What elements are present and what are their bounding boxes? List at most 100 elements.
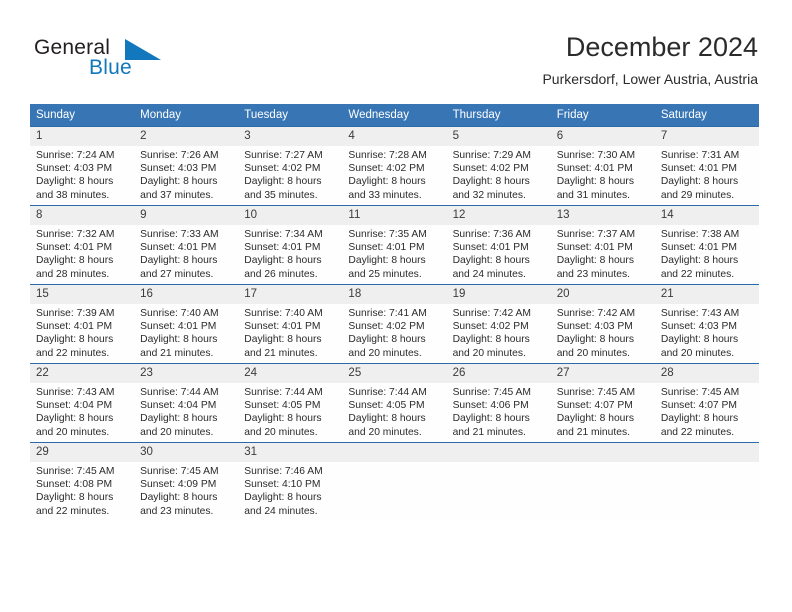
day-number: 7 [654, 127, 759, 146]
calendar-day-cell[interactable]: 17 Sunrise: 7:40 AM Sunset: 4:01 PM Dayligh… [238, 284, 343, 364]
calendar-day-cell[interactable]: 16 Sunrise: 7:40 AM Sunset: 4:01 PM Dayligh… [134, 284, 239, 364]
calendar-day-cell[interactable]: 1 Sunrise: 7:24 AM Sunset: 4:03 PM Daylight… [30, 126, 135, 206]
daylight-text-line2: and 20 minutes. [348, 347, 422, 359]
sunrise-text: Sunrise: 7:45 AM [452, 387, 531, 398]
daylight-text-line2: and 38 minutes. [36, 189, 110, 201]
daylight-text-line2: and 20 minutes. [36, 426, 110, 438]
calendar-day-cell[interactable]: 26 Sunrise: 7:45 AM Sunset: 4:06 PM Dayligh… [446, 363, 551, 443]
calendar-day-cell[interactable]: 5 Sunrise: 7:29 AM Sunset: 4:02 PM Daylight… [446, 126, 551, 206]
day-number: 8 [30, 206, 135, 225]
sunset-text: Sunset: 4:01 PM [140, 321, 217, 333]
day-details: Sunrise: 7:45 AM Sunset: 4:07 PM Daylight:… [655, 383, 759, 439]
calendar-day-cell[interactable]: 23 Sunrise: 7:44 AM Sunset: 4:04 PM Dayligh… [134, 363, 239, 443]
daylight-text-line2: and 20 minutes. [660, 347, 735, 359]
sunset-text: Sunset: 4:02 PM [348, 321, 425, 333]
logo-word-blue: Blue [89, 56, 132, 79]
day-details: Sunrise: 7:46 AM Sunset: 4:10 PM Daylight:… [238, 462, 342, 518]
sunset-text: Sunset: 4:05 PM [244, 400, 321, 412]
sunset-text: Sunset: 4:07 PM [660, 400, 737, 412]
daylight-text-line2: and 20 minutes. [452, 347, 526, 359]
sunset-text: Sunset: 4:02 PM [348, 163, 425, 175]
calendar-day-cell[interactable]: 13 Sunrise: 7:37 AM Sunset: 4:01 PM Dayligh… [550, 205, 655, 285]
sunrise-text: Sunrise: 7:24 AM [36, 150, 115, 161]
calendar-day-cell[interactable]: 27 Sunrise: 7:45 AM Sunset: 4:07 PM Dayligh… [550, 363, 655, 443]
calendar-day-cell[interactable]: 9 Sunrise: 7:33 AM Sunset: 4:01 PM Daylight… [134, 205, 239, 285]
calendar-day-cell[interactable]: 19 Sunrise: 7:42 AM Sunset: 4:02 PM Dayligh… [446, 284, 551, 364]
sunset-text: Sunset: 4:01 PM [36, 242, 113, 254]
weekday-header-saturday: Saturday [654, 104, 759, 127]
day-details: Sunrise: 7:31 AM Sunset: 4:01 PM Daylight:… [655, 146, 759, 202]
calendar-day-cell[interactable]: 2 Sunrise: 7:26 AM Sunset: 4:03 PM Daylight… [134, 126, 239, 206]
day-number: 28 [654, 364, 759, 383]
sunset-text: Sunset: 4:08 PM [36, 479, 113, 491]
daylight-text-line2: and 23 minutes. [140, 505, 214, 517]
calendar-day-cell[interactable]: 15 Sunrise: 7:39 AM Sunset: 4:01 PM Dayligh… [30, 284, 135, 364]
calendar-week-row: 29 Sunrise: 7:45 AM Sunset: 4:08 PM Dayligh… [30, 442, 759, 521]
daylight-text-line2: and 23 minutes. [556, 268, 630, 280]
sunset-text: Sunset: 4:01 PM [452, 242, 529, 254]
daylight-text-line1: Daylight: 8 hours [244, 176, 322, 188]
daylight-text-line1: Daylight: 8 hours [660, 176, 739, 188]
title-block: December 2024 Purkersdorf, Lower Austria… [542, 30, 758, 88]
calendar-day-cell[interactable]: 6 Sunrise: 7:30 AM Sunset: 4:01 PM Daylight… [550, 126, 655, 206]
day-details: Sunrise: 7:42 AM Sunset: 4:02 PM Daylight:… [447, 304, 551, 360]
calendar-day-cell[interactable]: 14 Sunrise: 7:38 AM Sunset: 4:01 PM Dayligh… [654, 205, 759, 285]
day-details: Sunrise: 7:40 AM Sunset: 4:01 PM Daylight:… [238, 304, 342, 360]
sunset-text: Sunset: 4:04 PM [36, 400, 113, 412]
calendar-day-cell[interactable]: 12 Sunrise: 7:36 AM Sunset: 4:01 PM Dayligh… [446, 205, 551, 285]
daylight-text-line2: and 21 minutes. [556, 426, 630, 438]
daylight-text-line2: and 21 minutes. [452, 426, 526, 438]
daylight-text-line1: Daylight: 8 hours [556, 413, 634, 425]
calendar-day-cell[interactable]: 25 Sunrise: 7:44 AM Sunset: 4:05 PM Dayligh… [342, 363, 447, 443]
calendar-day-cell[interactable]: 28 Sunrise: 7:45 AM Sunset: 4:07 PM Dayligh… [654, 363, 759, 443]
weekday-header-thursday: Thursday [446, 104, 551, 127]
calendar-day-cell[interactable]: 11 Sunrise: 7:35 AM Sunset: 4:01 PM Dayligh… [342, 205, 447, 285]
calendar-day-cell[interactable]: 8 Sunrise: 7:32 AM Sunset: 4:01 PM Daylight… [30, 205, 135, 285]
sunset-text: Sunset: 4:01 PM [244, 321, 321, 333]
day-details: Sunrise: 7:43 AM Sunset: 4:03 PM Daylight:… [655, 304, 759, 360]
calendar-day-cell[interactable]: 7 Sunrise: 7:31 AM Sunset: 4:01 PM Daylight… [654, 126, 759, 206]
daylight-text-line1: Daylight: 8 hours [660, 255, 739, 267]
daylight-text-line2: and 32 minutes. [452, 189, 526, 201]
sunset-text: Sunset: 4:03 PM [140, 163, 217, 175]
calendar-day-cell[interactable]: 3 Sunrise: 7:27 AM Sunset: 4:02 PM Daylight… [238, 126, 343, 206]
day-details: Sunrise: 7:45 AM Sunset: 4:08 PM Daylight:… [30, 462, 134, 518]
day-details: Sunrise: 7:45 AM Sunset: 4:06 PM Daylight:… [447, 383, 551, 439]
calendar-day-cell[interactable]: 20 Sunrise: 7:42 AM Sunset: 4:03 PM Dayligh… [550, 284, 655, 364]
calendar-week-row: 1 Sunrise: 7:24 AM Sunset: 4:03 PM Daylight… [30, 126, 759, 206]
daylight-text-line1: Daylight: 8 hours [452, 334, 530, 346]
day-number: 2 [134, 127, 239, 146]
calendar-day-cell[interactable]: 21 Sunrise: 7:43 AM Sunset: 4:03 PM Dayligh… [654, 284, 759, 364]
daylight-text-line1: Daylight: 8 hours [660, 413, 739, 425]
sunrise-text: Sunrise: 7:31 AM [660, 150, 740, 161]
sunset-text: Sunset: 4:01 PM [660, 242, 737, 254]
day-number: 3 [238, 127, 343, 146]
day-number [342, 443, 447, 462]
weekday-header-row: Sunday Monday Tuesday Wednesday Thursday… [30, 104, 759, 127]
calendar-day-cell[interactable]: 10 Sunrise: 7:34 AM Sunset: 4:01 PM Dayligh… [238, 205, 343, 285]
day-number: 30 [134, 443, 239, 462]
calendar-day-cell[interactable]: 24 Sunrise: 7:44 AM Sunset: 4:05 PM Dayligh… [238, 363, 343, 443]
sunrise-text: Sunrise: 7:43 AM [660, 308, 740, 319]
daylight-text-line1: Daylight: 8 hours [452, 413, 530, 425]
calendar-day-cell[interactable]: 31 Sunrise: 7:46 AM Sunset: 4:10 PM Dayligh… [238, 442, 343, 521]
calendar-day-cell[interactable]: 22 Sunrise: 7:43 AM Sunset: 4:04 PM Dayligh… [30, 363, 135, 443]
daylight-text-line2: and 20 minutes. [140, 426, 214, 438]
sunrise-text: Sunrise: 7:44 AM [140, 387, 219, 398]
sunrise-text: Sunrise: 7:27 AM [244, 150, 323, 161]
calendar-body: 1 Sunrise: 7:24 AM Sunset: 4:03 PM Daylight… [30, 126, 759, 521]
calendar-day-cell[interactable]: 18 Sunrise: 7:41 AM Sunset: 4:02 PM Dayligh… [342, 284, 447, 364]
general-blue-logo[interactable]: General Blue [34, 36, 204, 86]
day-details: Sunrise: 7:33 AM Sunset: 4:01 PM Daylight:… [134, 225, 238, 281]
day-details: Sunrise: 7:45 AM Sunset: 4:09 PM Daylight:… [134, 462, 238, 518]
daylight-text-line2: and 22 minutes. [36, 505, 110, 517]
day-number [550, 443, 655, 462]
daylight-text-line2: and 31 minutes. [556, 189, 630, 201]
daylight-text-line2: and 24 minutes. [452, 268, 526, 280]
calendar-day-cell[interactable]: 30 Sunrise: 7:45 AM Sunset: 4:09 PM Dayligh… [134, 442, 239, 521]
daylight-text-line2: and 21 minutes. [244, 347, 318, 359]
day-details: Sunrise: 7:44 AM Sunset: 4:05 PM Daylight:… [342, 383, 446, 439]
calendar-day-cell[interactable]: 4 Sunrise: 7:28 AM Sunset: 4:02 PM Daylight… [342, 126, 447, 206]
calendar-day-cell[interactable]: 29 Sunrise: 7:45 AM Sunset: 4:08 PM Dayligh… [30, 442, 135, 521]
daylight-text-line2: and 22 minutes. [660, 426, 735, 438]
